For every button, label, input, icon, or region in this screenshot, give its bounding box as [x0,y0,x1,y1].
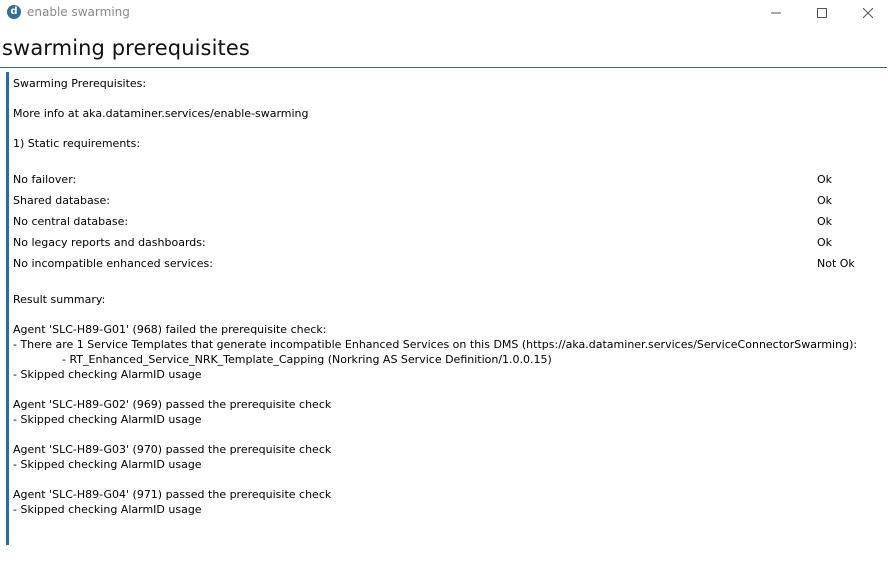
agent-detail-line: - Skipped checking AlarmID usage [13,458,202,471]
requirement-label: No legacy reports and dashboards: [13,236,206,249]
result-summary-label: Result summary: [13,293,106,306]
requirement-label: No failover: [13,173,77,186]
agent-detail-line: - RT_Enhanced_Service_NRK_Template_Cappi… [62,353,552,366]
requirement-status: Ok [817,194,833,207]
agent-result-line: Agent 'SLC-H89-G01' (968) failed the pre… [13,323,327,336]
requirement-label: Shared database: [13,194,110,207]
agent-result-line: Agent 'SLC-H89-G03' (970) passed the pre… [13,443,332,456]
maximize-button[interactable] [799,0,845,26]
content-accent-bar [6,72,9,545]
agent-result-line: Agent 'SLC-H89-G02' (969) passed the pre… [13,398,332,411]
agent-detail-line: - There are 1 Service Templates that gen… [13,338,858,351]
close-icon [863,8,873,18]
title-divider [0,67,887,68]
static-requirements-label: 1) Static requirements: [13,137,141,150]
agent-detail-line: - Skipped checking AlarmID usage [13,503,202,516]
window-title: enable swarming [27,5,130,19]
requirement-status: Ok [817,173,833,186]
requirement-status: Ok [817,236,833,249]
requirement-status: Not Ok [817,257,855,270]
maximize-icon [817,8,827,18]
title-bar: d enable swarming [0,0,888,26]
minimize-icon [771,12,781,14]
agent-detail-line: - Skipped checking AlarmID usage [13,413,202,426]
requirement-label: No central database: [13,215,129,228]
minimize-button[interactable] [753,0,799,26]
report-heading: Swarming Prerequisites: [13,77,147,90]
close-button[interactable] [845,0,888,26]
requirement-status: Ok [817,215,833,228]
agent-result-line: Agent 'SLC-H89-G04' (971) passed the pre… [13,488,332,501]
app-logo-icon: d [7,5,21,19]
page-title: swarming prerequisites [2,36,250,60]
agent-detail-line: - Skipped checking AlarmID usage [13,368,202,381]
requirement-label: No incompatible enhanced services: [13,257,213,270]
more-info-text: More info at aka.dataminer.services/enab… [13,107,309,120]
window: d enable swarming swarming prerequisites… [0,0,888,563]
